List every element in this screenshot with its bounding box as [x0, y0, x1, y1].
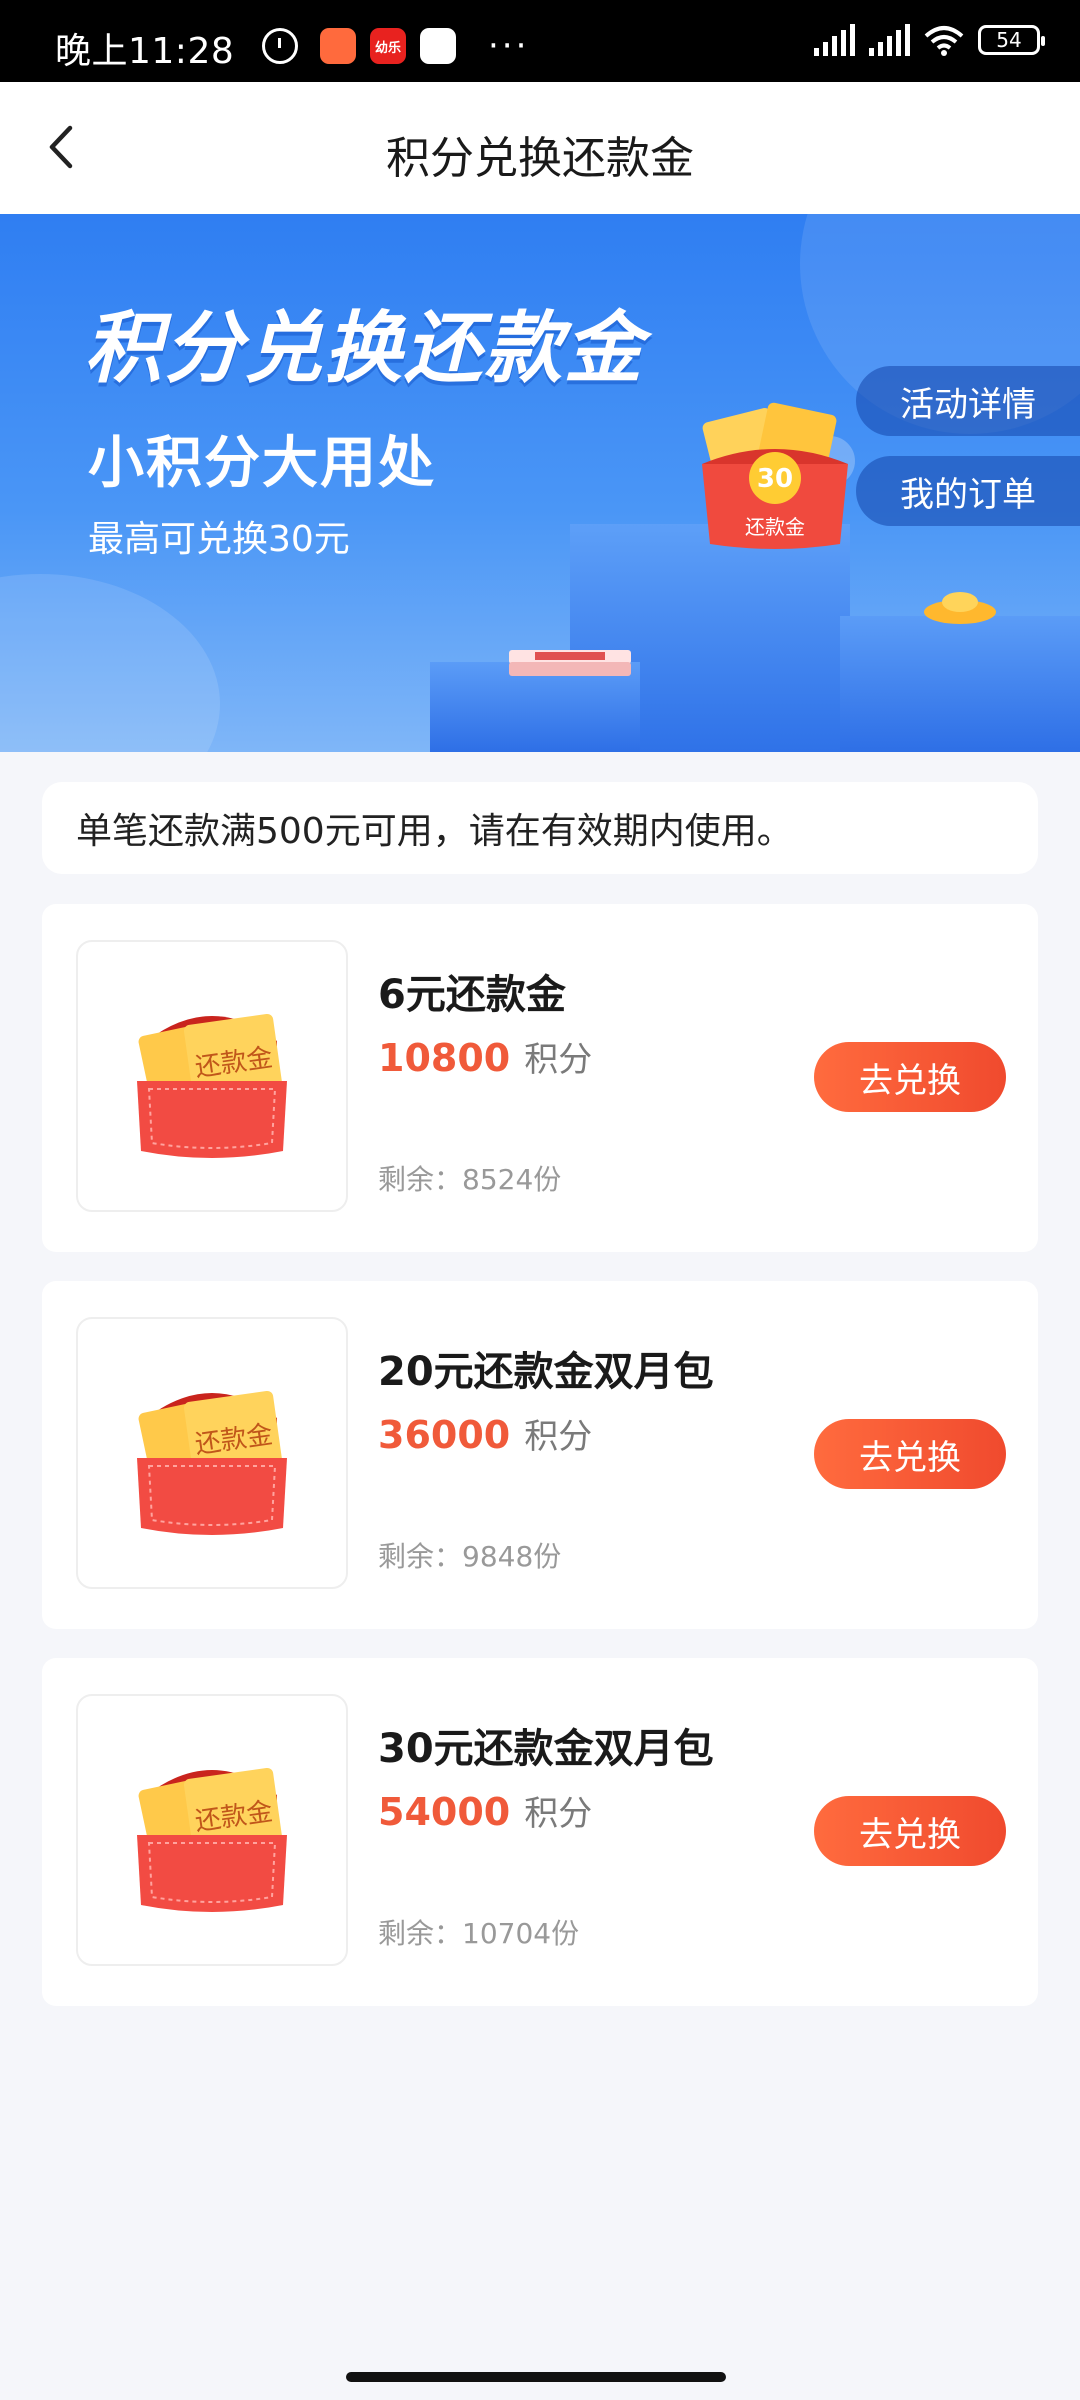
- points-unit: 积分: [524, 1794, 593, 1834]
- more-notifications-icon: ···: [488, 26, 530, 66]
- reward-name: 30元还款金双月包: [378, 1726, 714, 1772]
- remaining-stock: 剩余：10704份: [378, 1917, 580, 1950]
- banner-title: 积分兑换还款金: [84, 304, 645, 394]
- status-notification-icons: 幼乐 ···: [262, 26, 529, 66]
- points-unit: 积分: [524, 1417, 593, 1457]
- reward-thumbnail: 还款金: [76, 1694, 348, 1966]
- wifi-icon: [924, 24, 964, 56]
- status-bar: 晚上11:28 幼乐 ··· 54: [0, 0, 1080, 82]
- reward-thumbnail: 还款金: [76, 1317, 348, 1589]
- redeem-button[interactable]: 去兑换: [814, 1796, 1006, 1866]
- red-envelope-icon: 30 还款金: [680, 394, 870, 554]
- battery-icon: 54: [978, 25, 1045, 55]
- status-system-icons: 54: [814, 24, 1045, 56]
- redeem-button[interactable]: 去兑换: [814, 1419, 1006, 1489]
- signal-icon: [869, 24, 910, 56]
- reward-item-card[interactable]: 还款金 20元还款金双月包 36000 积分 剩余：9848份 去兑换: [42, 1281, 1038, 1629]
- points-value: 10800: [378, 1036, 511, 1080]
- banner-subtitle: 小积分大用处: [88, 431, 436, 496]
- home-indicator[interactable]: [346, 2372, 726, 2382]
- usage-notice: 单笔还款满500元可用，请在有效期内使用。: [42, 782, 1038, 874]
- banner-pillar: [840, 616, 1080, 752]
- banner-decoration: [0, 574, 220, 752]
- activity-details-button[interactable]: 活动详情: [856, 366, 1080, 436]
- signal-icon: [814, 24, 855, 56]
- banner-description: 最高可兑换30元: [88, 519, 350, 560]
- status-time: 晚上11:28: [55, 31, 235, 72]
- promo-banner: 积分兑换还款金 小积分大用处 最高可兑换30元 30 还款金 活动详情 我的订单: [0, 214, 1080, 752]
- page-title: 积分兑换还款金: [386, 133, 694, 184]
- remaining-stock: 剩余：8524份: [378, 1163, 562, 1196]
- page-header: 积分兑换还款金: [0, 82, 1080, 214]
- points-unit: 积分: [524, 1040, 593, 1080]
- points-value: 36000: [378, 1413, 511, 1457]
- reward-name: 20元还款金双月包: [378, 1349, 714, 1395]
- app-notification-icon: 幼乐: [370, 28, 406, 64]
- points-value: 54000: [378, 1790, 511, 1834]
- reward-thumbnail: 还款金: [76, 940, 348, 1212]
- alarm-icon: [262, 28, 298, 64]
- reward-name: 6元还款金: [378, 972, 566, 1018]
- app-notification-icon: [320, 28, 356, 64]
- banner-badge-amount: 30: [757, 464, 793, 494]
- reward-price: 54000 积分: [378, 1786, 592, 1835]
- red-envelope-icon: 还款金: [137, 1013, 287, 1158]
- reward-price: 36000 积分: [378, 1409, 592, 1458]
- red-envelope-icon: 还款金: [137, 1390, 287, 1535]
- red-envelope-icon: 还款金: [137, 1767, 287, 1912]
- reward-price: 10800 积分: [378, 1032, 592, 1081]
- app-notification-icon: [420, 28, 456, 64]
- remaining-stock: 剩余：9848份: [378, 1540, 562, 1573]
- reward-item-card[interactable]: 还款金 30元还款金双月包 54000 积分 剩余：10704份 去兑换: [42, 1658, 1038, 2006]
- banner-badge-label: 还款金: [745, 515, 805, 539]
- cash-stack-icon: [505, 642, 635, 682]
- gold-ingot-icon: [920, 586, 1000, 626]
- my-orders-button[interactable]: 我的订单: [856, 456, 1080, 526]
- reward-item-card[interactable]: 还款金 6元还款金 10800 积分 剩余：8524份 去兑换: [42, 904, 1038, 1252]
- redeem-button[interactable]: 去兑换: [814, 1042, 1006, 1112]
